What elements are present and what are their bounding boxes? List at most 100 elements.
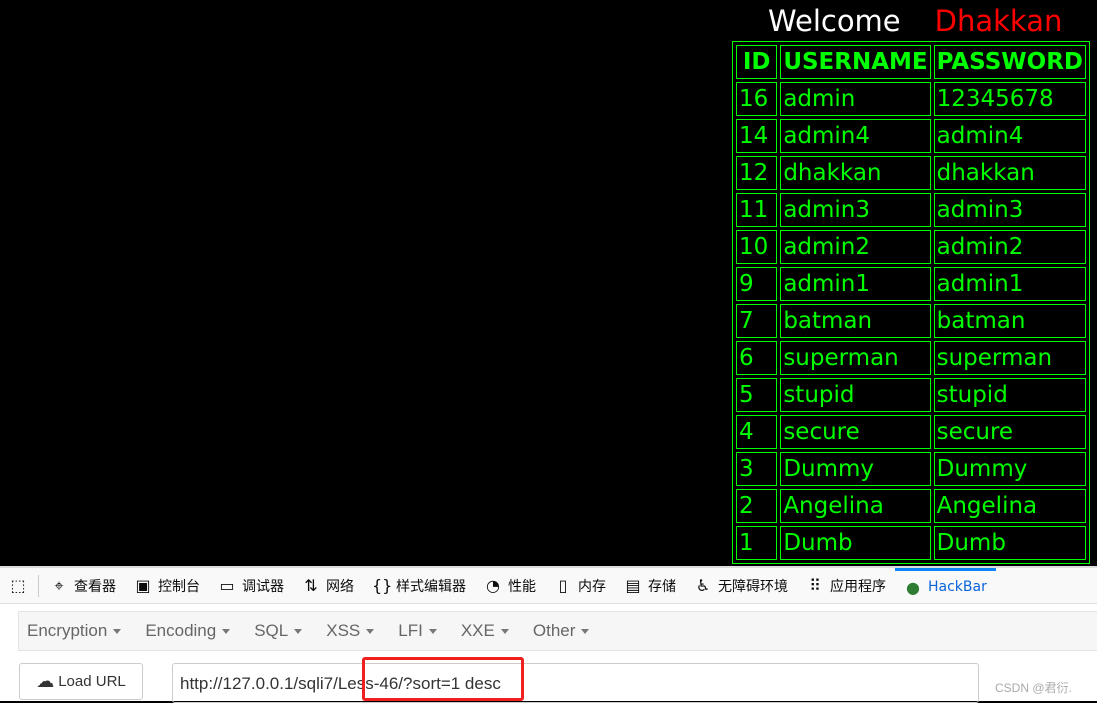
performance-icon: ◔ [486,576,500,595]
tab-hackbar[interactable]: ● HackBar [895,567,996,604]
table-cell: 1 [736,526,778,560]
tab-label: 调试器 [242,578,284,595]
table-row: 2 Angelina Angelina [736,489,1086,523]
table-cell: Dummy [780,452,931,486]
table-cell: admin4 [933,119,1086,153]
url-input[interactable]: http://127.0.0.1/sqli7/Less-46/?sort=1 d… [172,663,979,703]
memory-icon: ▯ [558,576,568,595]
caret-down-icon [294,628,303,634]
column-header: ID [736,45,778,79]
menu-label: LFI [398,621,423,640]
table-cell: stupid [933,378,1086,412]
table-row: 11 admin3 admin3 [736,193,1086,227]
table-row: 5 stupid stupid [736,378,1086,412]
tab-accessibility[interactable]: ♿ 无障碍环境 [685,568,797,604]
table-cell: 14 [736,119,778,153]
table-cell: Dumb [780,526,931,560]
users-table: ID USERNAME PASSWORD 16 admin 12345678 14 admin… [732,41,1090,564]
tab-storage[interactable]: ▤ 存储 [615,568,685,604]
menu-encoding[interactable]: Encoding [137,621,238,641]
table-cell: admin2 [933,230,1086,264]
console-icon: ▣ [135,576,151,595]
tab-inspector[interactable]: ⌖ 查看器 [41,568,125,604]
caret-down-icon [500,628,509,634]
storage-icon: ▤ [625,576,641,595]
caret-down-icon [113,628,122,634]
tab-label: HackBar [928,579,987,595]
devtools-toolbar: ⬚ ⌖ 查看器 ▣ 控制台 ▭ 调试器 ⇅ 网络 {} 样式编辑器 ◔ 性能 ▯ 内存 ▤ 存储 ♿ 无障碍环境 ⠿… [0,566,1097,604]
table-cell: 5 [736,378,778,412]
menu-label: SQL [254,621,289,640]
watermark: CSDN @君衍. [995,681,1072,695]
table-row: 10 admin2 admin2 [736,230,1086,264]
caret-down-icon [581,628,590,634]
tab-label: 无障碍环境 [718,578,788,595]
accessibility-icon: ♿ [695,576,711,595]
menu-label: Encoding [145,621,217,640]
tab-label: 查看器 [74,578,116,595]
table-cell: admin2 [780,230,931,264]
cloud-download-icon: ☁ [36,671,55,691]
tab-label: 应用程序 [830,578,886,595]
menu-other[interactable]: Other [525,621,598,641]
menu-encryption[interactable]: Encryption [19,621,129,641]
network-icon: ⇅ [304,576,318,595]
welcome-text: Welcome [768,4,901,38]
table-row: 1 Dumb Dumb [736,526,1086,560]
tab-debugger[interactable]: ▭ 调试器 [209,568,293,604]
column-header: USERNAME [780,45,931,79]
table-cell: dhakkan [933,156,1086,190]
tab-style-editor[interactable]: {} 样式编辑器 [363,568,475,604]
table-cell: stupid [780,378,931,412]
caret-down-icon [222,628,231,634]
table-cell: admin1 [933,267,1086,301]
table-cell: Dumb [933,526,1086,560]
tab-memory[interactable]: ▯ 内存 [545,568,615,604]
debugger-icon: ▭ [219,576,235,595]
tab-network[interactable]: ⇅ 网络 [293,568,363,604]
welcome-heading: Welcome Dhakkan [768,4,1062,38]
table-cell: 12345678 [933,82,1086,116]
table-cell: 7 [736,304,778,338]
menu-label: XXE [460,621,495,640]
caret-down-icon [428,628,437,634]
tab-label: 存储 [648,578,676,595]
table-row: 3 Dummy Dummy [736,452,1086,486]
table-cell: 4 [736,415,778,449]
caret-down-icon [366,628,375,634]
table-cell: superman [933,341,1086,375]
menu-label: Encryption [27,621,108,640]
table-cell: Angelina [780,489,931,523]
menu-lfi[interactable]: LFI [390,621,445,641]
table-row: 14 admin4 admin4 [736,119,1086,153]
inspector-icon: ⌖ [54,575,64,595]
devtools-panel: ⬚ ⌖ 查看器 ▣ 控制台 ▭ 调试器 ⇅ 网络 {} 样式编辑器 ◔ 性能 ▯ 内存 ▤ 存储 ♿ 无障碍环境 ⠿… [0,566,1097,703]
table-row: 7 batman batman [736,304,1086,338]
tab-label: 内存 [578,578,606,595]
table-cell: dhakkan [780,156,931,190]
pick-element-button[interactable]: ⬚ [0,568,36,604]
menu-xss[interactable]: XSS [318,621,382,641]
tab-label: 控制台 [158,578,200,595]
table-cell: 16 [736,82,778,116]
load-url-button[interactable]: ☁ Load URL [19,663,143,700]
menu-xxe[interactable]: XXE [453,621,517,641]
table-cell: 3 [736,452,778,486]
table-cell: Dummy [933,452,1086,486]
tab-label: 性能 [508,578,536,595]
username-text: Dhakkan [934,4,1063,38]
tab-application[interactable]: ⠿ 应用程序 [797,568,895,604]
load-url-label: Load URL [58,673,126,690]
highlight-box [362,657,524,701]
tab-label: 网络 [326,578,354,595]
pick-element-icon: ⬚ [10,576,26,595]
style-editor-icon: {} [372,576,393,595]
tab-console[interactable]: ▣ 控制台 [125,568,209,604]
tab-performance[interactable]: ◔ 性能 [475,568,545,604]
table-cell: batman [933,304,1086,338]
menu-sql[interactable]: SQL [246,621,310,641]
table-cell: Angelina [933,489,1086,523]
table-cell: 2 [736,489,778,523]
table-row: 12 dhakkan dhakkan [736,156,1086,190]
table-row: 9 admin1 admin1 [736,267,1086,301]
